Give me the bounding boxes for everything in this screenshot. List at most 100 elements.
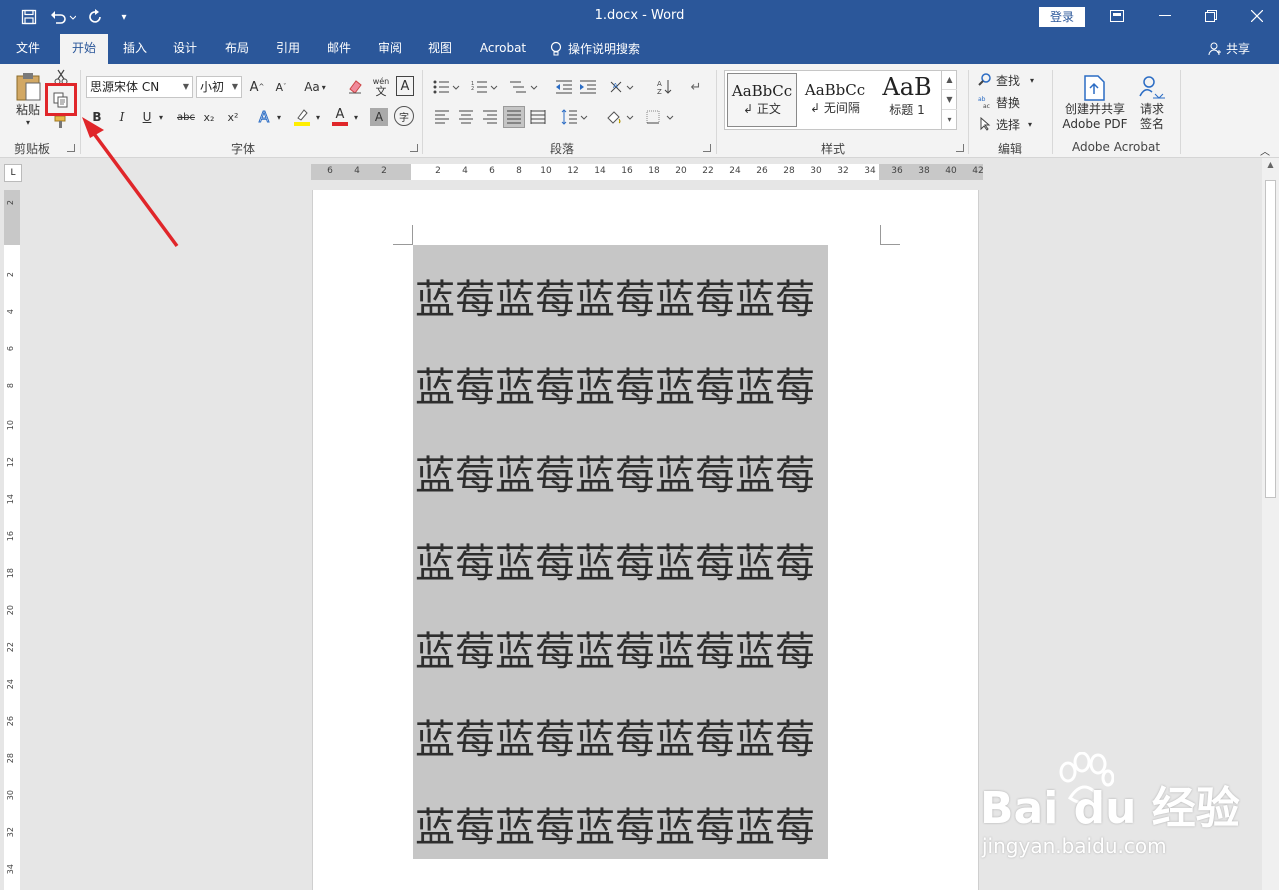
chevron-down-icon[interactable]: ▾	[155, 106, 167, 128]
text-line[interactable]: 蓝莓蓝莓蓝莓蓝莓蓝莓	[415, 267, 815, 325]
text-effects-button[interactable]: A	[256, 106, 272, 128]
create-share-pdf-button[interactable]: 创建并共享 Adobe PDF	[1062, 70, 1128, 136]
customize-qat-icon[interactable]: ▾	[116, 6, 132, 28]
text-line[interactable]: 蓝莓蓝莓蓝莓蓝莓蓝莓	[415, 355, 815, 413]
bold-button[interactable]: B	[88, 106, 106, 128]
paste-button[interactable]: 粘贴 ▾	[12, 70, 44, 128]
ruler-tick-label: 6	[327, 166, 333, 176]
decrease-indent-icon[interactable]	[554, 76, 574, 98]
line-spacing-icon[interactable]	[560, 106, 590, 128]
tab-references[interactable]: 引用	[267, 34, 309, 64]
justify-icon[interactable]	[503, 106, 525, 128]
align-right-icon[interactable]	[480, 106, 500, 128]
ruler-tick-label: 32	[6, 827, 15, 838]
tab-insert[interactable]: 插入	[114, 34, 156, 64]
tab-home[interactable]: 开始	[60, 34, 108, 64]
tab-file[interactable]: 文件	[6, 34, 50, 64]
phonetic-guide-button[interactable]: wén 文	[370, 74, 392, 100]
text-line[interactable]: 蓝莓蓝莓蓝莓蓝莓蓝莓	[415, 707, 815, 765]
borders-icon[interactable]	[644, 106, 676, 128]
character-border-icon[interactable]: A	[396, 76, 414, 96]
style-heading-1[interactable]: AaB 标题 1	[873, 73, 941, 127]
font-launcher-icon[interactable]	[410, 144, 418, 152]
tab-acrobat[interactable]: Acrobat	[472, 34, 534, 64]
style-no-spacing[interactable]: AaBbCc ↲ 无间隔	[800, 73, 870, 127]
subscript-button[interactable]: x₂	[200, 106, 218, 128]
document-page[interactable]: 蓝莓蓝莓蓝莓蓝莓蓝莓 蓝莓蓝莓蓝莓蓝莓蓝莓 蓝莓蓝莓蓝莓蓝莓蓝莓 蓝莓蓝莓蓝莓蓝…	[312, 190, 979, 890]
bullets-icon[interactable]	[432, 76, 462, 98]
increase-indent-icon[interactable]	[578, 76, 598, 98]
font-color-label: A	[335, 107, 345, 122]
style-normal[interactable]: AaBbCc ↲ 正文	[727, 73, 797, 127]
tab-design[interactable]: 设计	[164, 34, 206, 64]
scroll-up-icon[interactable]: ▲	[942, 70, 957, 90]
align-center-icon[interactable]	[456, 106, 476, 128]
login-button[interactable]: 登录	[1039, 7, 1085, 27]
enclose-characters-button[interactable]: 字	[394, 106, 414, 126]
chevron-down-icon[interactable]: ▾	[351, 106, 361, 128]
character-shading-button[interactable]: A	[370, 108, 388, 126]
tab-layout[interactable]: 布局	[216, 34, 258, 64]
strikethrough-button[interactable]: abc	[175, 106, 197, 128]
chevron-down-icon[interactable]: ▾	[313, 106, 323, 128]
tell-me-search[interactable]: 操作说明搜索	[550, 34, 662, 64]
scrollbar-thumb[interactable]	[1265, 180, 1276, 498]
share-button[interactable]: 共享	[1208, 40, 1250, 57]
clipboard-launcher-icon[interactable]	[67, 144, 75, 152]
tab-review[interactable]: 审阅	[369, 34, 411, 64]
font-size-dropdown[interactable]: 小初 ▼	[196, 76, 242, 98]
group-divider	[422, 70, 423, 154]
chevron-down-icon[interactable]: ▾	[274, 106, 284, 128]
more-styles-icon[interactable]: ▾	[942, 110, 957, 130]
paragraph-shading-icon[interactable]	[604, 106, 636, 128]
format-painter-icon[interactable]	[52, 114, 70, 130]
horizontal-ruler[interactable]: 6 4 2 2 4 6 8 10 12 14 16 18 20 22 24 26 28 30 32 34 36 38 40 4…	[311, 164, 984, 180]
scroll-up-icon[interactable]: ▲	[1262, 160, 1279, 176]
text-line[interactable]: 蓝莓蓝莓蓝莓蓝莓蓝莓	[415, 531, 815, 589]
tab-mailings[interactable]: 邮件	[318, 34, 360, 64]
tab-selector[interactable]: L	[4, 164, 22, 182]
superscript-button[interactable]: x²	[224, 106, 242, 128]
text-line[interactable]: 蓝莓蓝莓蓝莓蓝莓蓝莓	[415, 443, 815, 501]
underline-button[interactable]: U	[138, 106, 156, 128]
show-marks-icon[interactable]: ↵	[688, 76, 704, 98]
redo-icon[interactable]	[86, 6, 106, 28]
find-button[interactable]: 查找 ▾	[978, 70, 1042, 90]
ruler-tick-label: 24	[729, 166, 741, 176]
asian-layout-icon[interactable]: A	[608, 76, 638, 98]
replace-button[interactable]: ab ac 替换	[978, 92, 1042, 112]
clear-formatting-icon[interactable]	[346, 76, 364, 98]
italic-button[interactable]: I	[113, 106, 131, 128]
text-line[interactable]: 蓝莓蓝莓蓝莓蓝莓蓝莓	[415, 619, 815, 677]
baidu-watermark: Bai du 经验 jingyan.baidu.com	[980, 752, 1270, 862]
scroll-down-icon[interactable]: ▼	[942, 90, 957, 110]
ruler-tick-label: 8	[6, 383, 15, 389]
ruler-tick-label: 40	[945, 166, 957, 176]
font-color-button[interactable]: A	[330, 106, 350, 128]
multilevel-list-icon[interactable]	[508, 76, 540, 98]
grow-font-icon[interactable]: A ^	[248, 76, 266, 98]
styles-launcher-icon[interactable]	[956, 144, 964, 152]
numbering-icon[interactable]: 12	[470, 76, 500, 98]
minimize-icon[interactable]	[1150, 4, 1180, 28]
highlight-color-icon[interactable]	[292, 106, 312, 128]
change-case-button[interactable]: Aa ▾	[300, 76, 330, 98]
shrink-font-icon[interactable]: Aˇ	[272, 76, 290, 98]
selected-text-block[interactable]: 蓝莓蓝莓蓝莓蓝莓蓝莓 蓝莓蓝莓蓝莓蓝莓蓝莓 蓝莓蓝莓蓝莓蓝莓蓝莓 蓝莓蓝莓蓝莓蓝…	[413, 245, 828, 859]
collapse-ribbon-icon[interactable]: ︿	[1258, 144, 1272, 158]
text-line[interactable]: 蓝莓蓝莓蓝莓蓝莓蓝莓	[415, 795, 815, 853]
distributed-icon[interactable]	[528, 106, 548, 128]
save-icon[interactable]	[18, 6, 40, 28]
paragraph-launcher-icon[interactable]	[703, 144, 711, 152]
tab-view[interactable]: 视图	[419, 34, 461, 64]
select-button[interactable]: 选择 ▾	[978, 114, 1042, 134]
ribbon-display-icon[interactable]	[1102, 4, 1132, 28]
font-name-dropdown[interactable]: 思源宋体 CN ▼	[86, 76, 193, 98]
restore-icon[interactable]	[1196, 4, 1226, 28]
sort-icon[interactable]: AZ	[656, 76, 674, 98]
close-icon[interactable]	[1242, 4, 1272, 28]
undo-icon[interactable]	[48, 6, 78, 28]
vertical-ruler[interactable]: 224681012141618202224262830323436	[4, 190, 20, 890]
request-signature-button[interactable]: 请求 签名	[1134, 70, 1170, 136]
align-left-icon[interactable]	[432, 106, 452, 128]
